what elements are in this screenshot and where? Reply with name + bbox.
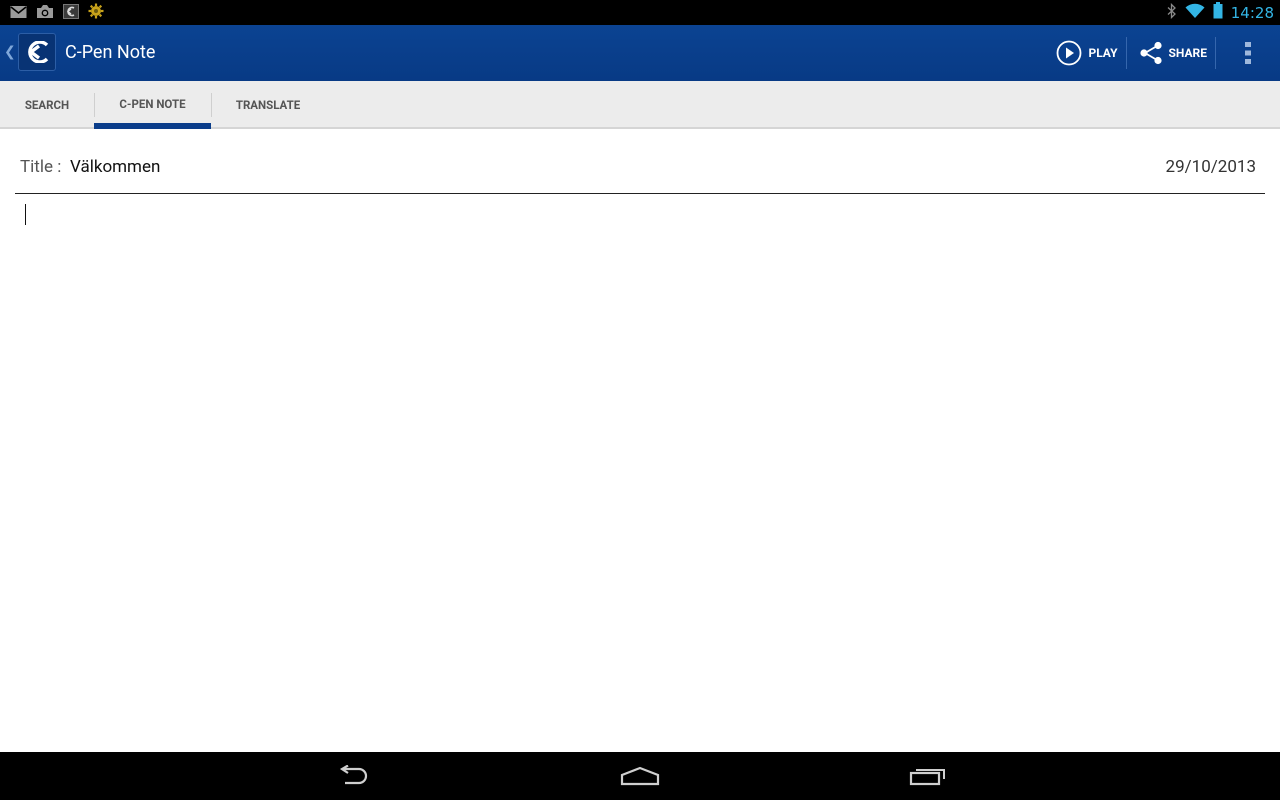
play-button[interactable]: PLAY bbox=[1048, 25, 1125, 81]
play-icon bbox=[1057, 40, 1082, 66]
action-buttons: PLAY SHARE bbox=[1048, 25, 1280, 81]
play-label: PLAY bbox=[1088, 46, 1118, 60]
note-title-field[interactable]: Välkommen bbox=[70, 157, 160, 177]
recent-apps-icon bbox=[909, 769, 945, 786]
text-cursor bbox=[25, 204, 26, 225]
share-label: SHARE bbox=[1168, 46, 1207, 60]
note-header: Title : Välkommen 29/10/2013 bbox=[20, 157, 1256, 181]
clock: 14:28 bbox=[1230, 3, 1274, 22]
status-bar: 14:28 bbox=[0, 0, 1280, 25]
share-icon bbox=[1139, 41, 1162, 65]
home-button[interactable] bbox=[600, 752, 680, 800]
title-divider bbox=[15, 193, 1265, 194]
tab-c-pen-note[interactable]: C-PEN NOTE bbox=[94, 81, 211, 129]
battery-icon bbox=[1213, 2, 1223, 23]
up-navigation-icon[interactable]: ❮ bbox=[4, 44, 16, 60]
action-bar: ❮ C-Pen Note PLAY SHARE bbox=[0, 25, 1280, 81]
tab-translate[interactable]: TRANSLATE bbox=[212, 81, 324, 129]
wifi-icon bbox=[1185, 3, 1205, 23]
bluetooth-icon bbox=[1167, 2, 1177, 23]
settings-app-icon bbox=[88, 3, 104, 23]
back-icon bbox=[339, 765, 368, 785]
app-logo[interactable] bbox=[18, 33, 56, 71]
system-icons: 14:28 bbox=[1167, 2, 1274, 23]
overflow-icon bbox=[1245, 42, 1251, 64]
recent-apps-button[interactable] bbox=[888, 752, 968, 800]
note-body-editor[interactable] bbox=[15, 196, 1265, 748]
note-date: 29/10/2013 bbox=[1165, 157, 1256, 177]
navigation-bar bbox=[0, 752, 1280, 800]
c-pen-icon bbox=[63, 3, 79, 23]
tab-search[interactable]: SEARCH bbox=[0, 81, 94, 129]
gmail-icon bbox=[10, 4, 27, 23]
notification-icons bbox=[10, 3, 104, 23]
camera-icon bbox=[36, 4, 54, 23]
back-button[interactable] bbox=[313, 752, 393, 800]
app-title: C-Pen Note bbox=[65, 42, 156, 63]
home-icon bbox=[620, 766, 660, 786]
share-button[interactable]: SHARE bbox=[1127, 25, 1215, 81]
overflow-menu-button[interactable] bbox=[1216, 25, 1280, 81]
tab-bar: SEARCH C-PEN NOTE TRANSLATE bbox=[0, 81, 1280, 129]
c-pen-logo-icon bbox=[28, 41, 49, 63]
title-label: Title : bbox=[20, 157, 62, 177]
